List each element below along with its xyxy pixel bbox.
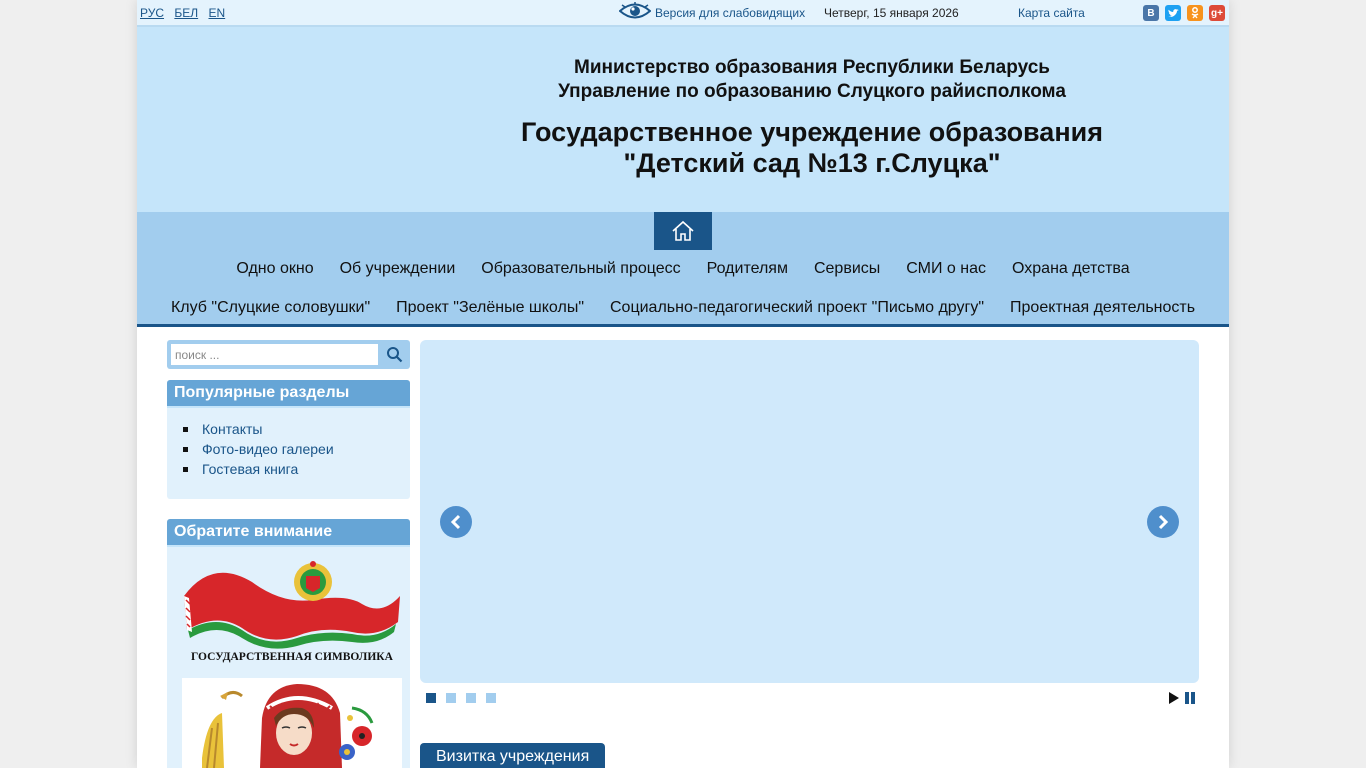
sitemap-link[interactable]: Карта сайта [1018,6,1085,20]
attention-title: Обратите внимание [167,519,410,547]
page: РУС БЕЛ EN Версия для слабовидящих Четве… [137,0,1229,768]
state-symbols-banner[interactable]: ГОСУДАРСТВЕННАЯ СИМВОЛИКА [182,560,402,666]
popular-sections-title: Популярные разделы [167,380,410,408]
top-bar: РУС БЕЛ EN Версия для слабовидящих Четве… [137,0,1229,27]
woman-in-wreath-image [202,684,374,768]
state-symbols-caption: ГОСУДАРСТВЕННАЯ СИМВОЛИКА [191,651,394,663]
image-slider [420,340,1199,683]
nav-item-one-window[interactable]: Одно окно [236,260,313,278]
nav-item-parents[interactable]: Родителям [707,260,788,278]
lang-en-link[interactable]: EN [208,6,225,20]
google-plus-icon[interactable]: g+ [1209,5,1225,21]
current-date: Четверг, 15 января 2026 [824,6,959,20]
slider-dot-1[interactable] [426,693,436,703]
nav-item-media[interactable]: СМИ о нас [906,260,986,278]
home-button[interactable] [654,212,712,250]
lang-ru-link[interactable]: РУС [140,6,164,20]
play-icon[interactable] [1168,692,1180,704]
slider-next-button[interactable] [1147,506,1179,538]
institution-title: Государственное учреждение образования [521,117,1103,147]
main-navigation: Одно окно Об учреждении Образовательный … [137,212,1229,327]
social-share: B g+ [1143,5,1225,21]
lang-by-link[interactable]: БЕЛ [174,6,198,20]
twitter-icon[interactable] [1165,5,1181,21]
nav-item-about[interactable]: Об учреждении [340,260,456,278]
chevron-right-icon [1158,514,1169,530]
low-vision-link[interactable]: Версия для слабовидящих [655,6,805,20]
institution-name: "Детский сад №13 г.Слуцка" [623,148,1001,178]
chevron-left-icon [450,514,461,530]
eye-icon[interactable] [619,1,651,21]
nav-row-primary: Одно окно Об учреждении Образовательный … [137,260,1229,278]
popular-sections-list: Контакты Фото-видео галереи Гостевая кни… [167,408,410,479]
site-header: Министерство образования Республики Бела… [137,27,1229,212]
nav-row-secondary: Клуб "Слуцкие соловушки" Проект "Зелёные… [137,299,1229,317]
nav-item-child-protection[interactable]: Охрана детства [1012,260,1130,278]
search-box [167,340,410,369]
nav-item-letter-project[interactable]: Социально-педагогический проект "Письмо … [610,299,984,317]
search-input[interactable] [170,343,379,366]
search-button[interactable] [382,343,407,366]
popular-sections-panel: Популярные разделы Контакты Фото-видео г… [167,380,410,499]
nav-item-services[interactable]: Сервисы [814,260,880,278]
slider-pagination [426,693,496,703]
institution-card-tab[interactable]: Визитка учреждения [420,743,606,768]
odnoklassniki-icon[interactable] [1187,5,1203,21]
nav-item-green-schools[interactable]: Проект "Зелёные школы" [396,299,584,317]
slider-prev-button[interactable] [440,506,472,538]
slider-dot-2[interactable] [446,693,456,703]
ministry-title: Министерство образования Республики Бела… [574,57,1050,78]
slider-dot-3[interactable] [466,693,476,703]
national-banner[interactable] [182,678,402,768]
vkontakte-icon[interactable]: B [1143,5,1159,21]
slider-dot-4[interactable] [486,693,496,703]
nav-item-education[interactable]: Образовательный процесс [481,260,680,278]
popular-link-guestbook[interactable]: Гостевая книга [183,459,410,479]
language-switcher: РУС БЕЛ EN [140,6,232,20]
state-symbols-image: ГОСУДАРСТВЕННАЯ СИМВОЛИКА [184,561,400,663]
nav-item-projects[interactable]: Проектная деятельность [1010,299,1195,317]
search-icon [387,347,403,363]
nav-item-club[interactable]: Клуб "Слуцкие соловушки" [171,299,370,317]
pause-icon[interactable] [1185,692,1195,704]
department-title: Управление по образованию Слуцкого райис… [558,81,1066,102]
home-icon [672,220,694,241]
popular-link-contacts[interactable]: Контакты [183,419,410,439]
popular-link-galleries[interactable]: Фото-видео галереи [183,439,410,459]
